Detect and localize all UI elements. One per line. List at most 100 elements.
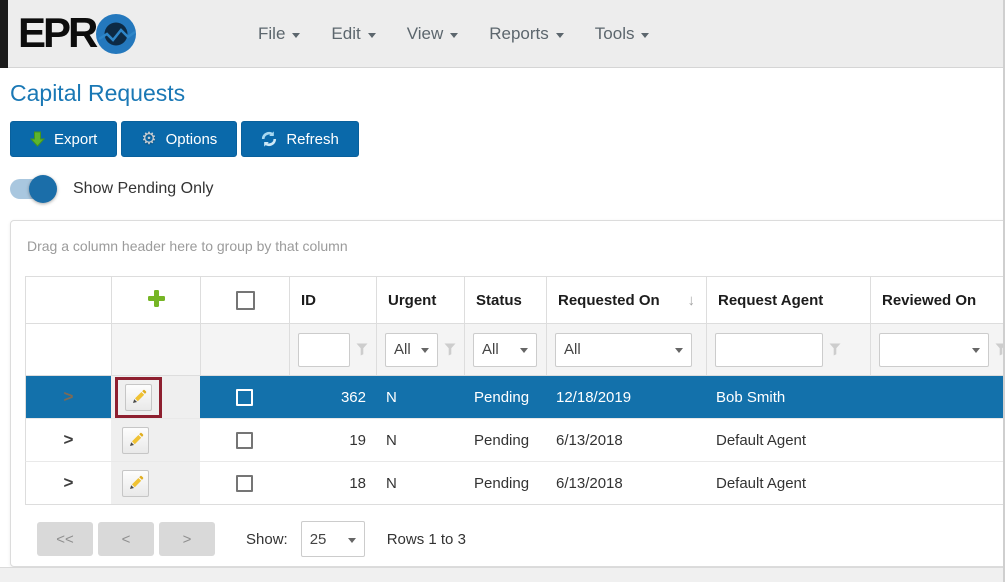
pencil-icon <box>128 432 144 448</box>
expand-chevron-icon: > <box>64 387 74 406</box>
export-button-label: Export <box>54 131 97 148</box>
menu-edit[interactable]: Edit <box>331 24 375 44</box>
main-menu: File Edit View Reports Tools <box>258 0 649 68</box>
options-button[interactable]: ⚙ Options <box>121 121 237 157</box>
header-status[interactable]: Status <box>464 276 546 324</box>
edit-row-button[interactable] <box>125 384 152 411</box>
show-pending-toggle[interactable] <box>10 179 55 199</box>
cell-reviewed-on <box>870 419 1005 462</box>
header-urgent[interactable]: Urgent <box>376 276 464 324</box>
cell-urgent: N <box>376 419 464 462</box>
filter-id-cell <box>289 324 376 376</box>
request-agent-filter-input[interactable] <box>715 333 823 367</box>
cell-request-agent: Bob Smith <box>706 376 870 419</box>
filter-urgent-cell: All <box>376 324 464 376</box>
row-expand-cell[interactable]: > <box>25 376 111 419</box>
sort-descending-icon: ↓ <box>688 292 696 309</box>
header-requested-on-label: Requested On <box>558 292 660 309</box>
edit-row-button[interactable] <box>122 427 149 454</box>
requested-on-filter-select[interactable]: All <box>555 333 692 367</box>
row-checkbox[interactable] <box>200 462 289 505</box>
cell-reviewed-on <box>870 376 1005 419</box>
id-filter-input[interactable] <box>298 333 350 367</box>
gear-icon: ⚙ <box>141 131 156 148</box>
logo-text: EPR <box>18 10 95 56</box>
pager-prev-button[interactable]: < <box>98 522 154 556</box>
row-checkbox[interactable] <box>200 376 289 419</box>
options-button-label: Options <box>166 131 218 148</box>
row-checkbox[interactable] <box>200 419 289 462</box>
refresh-button-label: Refresh <box>286 131 339 148</box>
filter-funnel-icon[interactable] <box>444 343 456 356</box>
grid-panel: Drag a column header here to group by th… <box>10 220 1005 567</box>
select-all-checkbox[interactable] <box>200 276 289 324</box>
page-bottom-strip <box>0 567 1005 582</box>
page-size-label: Show: <box>246 531 288 548</box>
export-button[interactable]: Export <box>10 121 117 157</box>
chevron-down-icon <box>556 33 564 38</box>
row-edit-cell <box>111 462 200 505</box>
grid-row[interactable]: > 362 <box>25 376 1005 419</box>
urgent-filter-value: All <box>394 341 411 358</box>
edit-button-focus-ring <box>115 377 162 418</box>
page-size-select[interactable]: 25 <box>301 521 365 557</box>
urgent-filter-select[interactable]: All <box>385 333 438 367</box>
filter-reviewed-on-cell <box>870 324 1005 376</box>
toggle-knob-icon <box>29 175 57 203</box>
header-id[interactable]: ID <box>289 276 376 324</box>
filter-funnel-icon[interactable] <box>356 343 368 356</box>
cell-id: 19 <box>289 419 376 462</box>
menu-file[interactable]: File <box>258 24 300 44</box>
chevron-down-icon <box>520 348 528 353</box>
filter-expand-cell <box>25 324 111 376</box>
cell-reviewed-on <box>870 462 1005 505</box>
grid-row[interactable]: > 18 N Pending 6/13/ <box>25 462 1005 505</box>
grid-row[interactable]: > 19 N Pending 6/13/ <box>25 419 1005 462</box>
header-row: ID Urgent Status Requested On ↓ Request … <box>25 276 1005 324</box>
filter-checkbox-cell <box>200 324 289 376</box>
reviewed-on-filter-select[interactable] <box>879 333 989 367</box>
row-expand-cell[interactable]: > <box>25 462 111 505</box>
header-reviewed-on[interactable]: Reviewed On <box>870 276 1005 324</box>
edit-row-button[interactable] <box>122 470 149 497</box>
checkbox-icon <box>236 389 253 406</box>
refresh-button[interactable]: Refresh <box>241 121 359 157</box>
filter-row: All All <box>25 324 1005 376</box>
chevron-down-icon <box>450 33 458 38</box>
menu-tools[interactable]: Tools <box>595 24 650 44</box>
menu-reports-label: Reports <box>489 24 549 44</box>
logo-o-icon <box>94 12 138 56</box>
pager-first-button[interactable]: << <box>37 522 93 556</box>
show-pending-toggle-label: Show Pending Only <box>73 180 214 198</box>
status-filter-select[interactable]: All <box>473 333 537 367</box>
add-row-button[interactable] <box>111 276 200 324</box>
chevron-down-icon <box>421 348 429 353</box>
cell-id: 362 <box>289 376 376 419</box>
cell-id: 18 <box>289 462 376 505</box>
menu-view[interactable]: View <box>407 24 459 44</box>
menu-view-label: View <box>407 24 444 44</box>
group-by-hint[interactable]: Drag a column header here to group by th… <box>27 238 348 254</box>
page-size-value: 25 <box>310 531 327 548</box>
header-requested-on[interactable]: Requested On ↓ <box>546 276 706 324</box>
filter-funnel-icon[interactable] <box>829 343 841 356</box>
filter-edit-cell <box>111 324 200 376</box>
header-expand-column <box>25 276 111 324</box>
export-download-icon <box>30 131 45 147</box>
menu-reports[interactable]: Reports <box>489 24 564 44</box>
header-request-agent[interactable]: Request Agent <box>706 276 870 324</box>
pencil-icon <box>131 389 147 405</box>
status-filter-value: All <box>482 341 499 358</box>
row-edit-cell <box>111 376 200 419</box>
checkbox-icon <box>236 432 253 449</box>
pager: << < > Show: 25 Rows 1 to 3 <box>37 521 466 557</box>
menu-file-label: File <box>258 24 285 44</box>
cell-urgent: N <box>376 462 464 505</box>
pager-next-button[interactable]: > <box>159 522 215 556</box>
row-expand-cell[interactable]: > <box>25 419 111 462</box>
filter-requested-on-cell: All <box>546 324 706 376</box>
row-edit-cell <box>111 419 200 462</box>
toolbar: Export ⚙ Options Refresh <box>10 121 359 157</box>
top-bar: EPR File Edit View Reports <box>0 0 1005 68</box>
menu-edit-label: Edit <box>331 24 360 44</box>
